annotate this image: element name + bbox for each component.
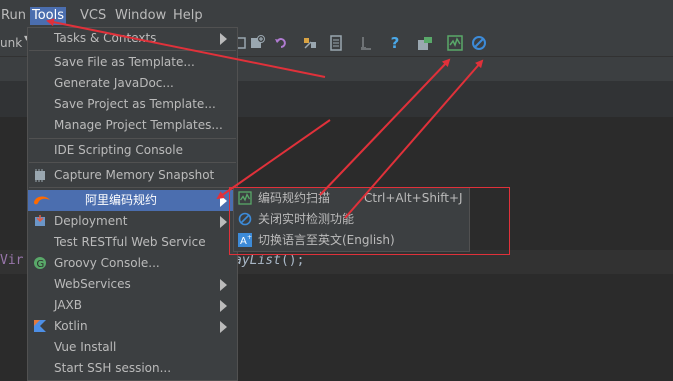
arrow-to-tools-menu [46, 18, 326, 78]
arrow-to-scan-icon [319, 58, 451, 196]
arrow-to-stop-icon [344, 59, 484, 219]
annotation-arrows [46, 18, 484, 219]
arrow-to-alibaba-item [216, 119, 331, 200]
